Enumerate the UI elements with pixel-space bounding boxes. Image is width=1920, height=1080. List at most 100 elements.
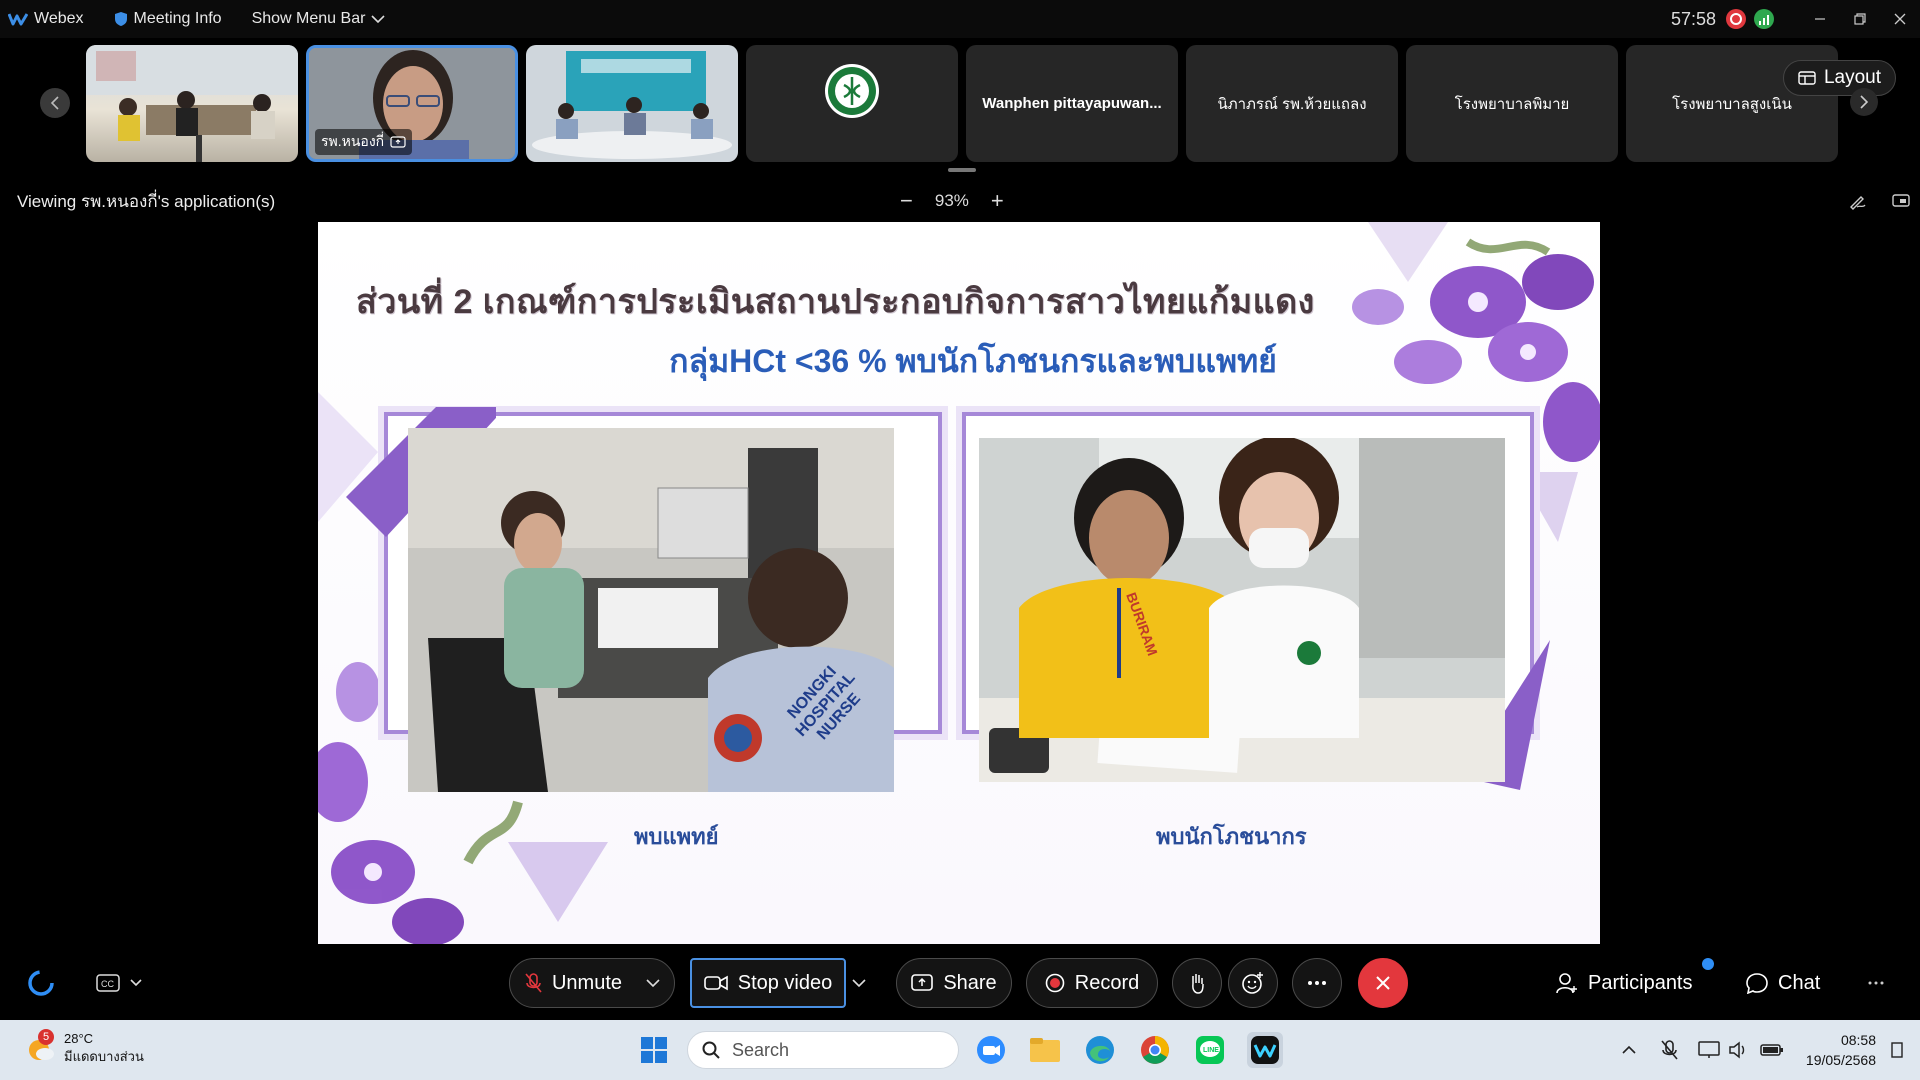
layout-button[interactable]: Layout (1782, 60, 1896, 96)
battery-icon[interactable] (1760, 1042, 1784, 1058)
health-ministry-logo-icon (825, 63, 879, 118)
restore-icon (1854, 13, 1866, 25)
annotate-icon[interactable] (1848, 192, 1866, 210)
more-dots-icon (1868, 981, 1884, 985)
webex-app-menu[interactable]: Webex (8, 10, 84, 28)
shield-info-icon (114, 12, 127, 26)
participant-tile[interactable] (526, 45, 738, 162)
clock-time: 08:58 (1840, 1032, 1876, 1048)
svg-text:LINE: LINE (1203, 1047, 1219, 1054)
participant-filmstrip: รพ.หนองกี่ Wanphen pittayapuwan... นิภาภ… (0, 38, 1920, 172)
participant-tile[interactable] (86, 45, 298, 162)
notifications-icon[interactable] (1890, 1041, 1904, 1059)
restore-button[interactable] (1840, 0, 1880, 38)
weather-temperature: 28°C (64, 1031, 94, 1046)
assistant-icon (28, 970, 54, 996)
video-options-button[interactable] (852, 958, 866, 1008)
record-button[interactable]: Record (1026, 958, 1158, 1008)
start-button[interactable] (636, 1032, 672, 1068)
minimize-button[interactable] (1800, 0, 1840, 38)
unmute-button[interactable]: Unmute (509, 958, 675, 1008)
file-explorer-icon[interactable] (1027, 1032, 1063, 1068)
layout-label: Layout (1823, 67, 1881, 88)
slide-subtitle: กลุ่มHCt <36 % พบนักโภชนกรและพบแพทย์ (669, 343, 1277, 379)
left-photo-caption: พบแพทย์ (634, 824, 719, 849)
nutritionist-consultation-photo: BURIRAM (979, 438, 1505, 782)
chevron-down-icon (852, 978, 866, 987)
chat-button[interactable]: Chat (1746, 958, 1820, 1008)
close-icon (1376, 976, 1390, 990)
viewing-label: Viewing รพ.หนองกี่'s application(s) (17, 191, 276, 211)
shared-content-area: ส่วนที่ 2 เกณฑ์การประเมินสถานประกอบกิจกา… (0, 222, 1920, 944)
chevron-left-icon (50, 96, 59, 110)
edge-browser-icon[interactable] (1082, 1032, 1118, 1068)
shared-slide: ส่วนที่ 2 เกณฑ์การประเมินสถานประกอบกิจกา… (318, 222, 1600, 944)
clock-date: 19/05/2568 (1805, 1052, 1876, 1068)
webex-assistant-button[interactable] (26, 958, 56, 1008)
network-icon[interactable] (1698, 1041, 1720, 1059)
filmstrip-prev-button[interactable] (40, 88, 70, 118)
doctor-consultation-photo: NONGKI HOSPITAL NURSE (408, 428, 894, 792)
zoom-level: 93% (934, 191, 969, 210)
volume-icon[interactable] (1728, 1041, 1748, 1059)
weather-widget[interactable]: 5 28°C มีแดดบางส่วน (26, 1029, 144, 1066)
more-options-button[interactable] (1292, 958, 1342, 1008)
chevron-down-icon (130, 979, 142, 987)
participant-tile[interactable]: โรงพยาบาลพิมาย (1406, 45, 1618, 162)
zoom-out-button[interactable]: − (900, 188, 913, 214)
taskbar-clock[interactable]: 08:58 19/05/2568 (1806, 1030, 1876, 1070)
participant-tile[interactable] (746, 45, 958, 162)
participant-video-feed (86, 45, 298, 162)
control-bar-more-button[interactable] (1868, 958, 1884, 1008)
participant-name: Wanphen pittayapuwan... (982, 95, 1162, 112)
record-label: Record (1074, 971, 1140, 994)
chevron-down-icon[interactable] (646, 978, 660, 988)
participant-video-feed (526, 45, 738, 162)
webex-logo-icon (8, 13, 28, 26)
chrome-browser-icon[interactable] (1137, 1032, 1173, 1068)
chevron-right-icon (1860, 95, 1869, 109)
chevron-up-icon[interactable] (1622, 1045, 1636, 1055)
meeting-timer: 57:58 (1670, 8, 1716, 29)
line-app-icon[interactable]: LINE (1192, 1032, 1228, 1068)
share-button[interactable]: Share (896, 958, 1012, 1008)
layout-grid-icon (1798, 71, 1816, 85)
filmstrip-resize-handle[interactable] (948, 168, 976, 172)
filmstrip-next-button[interactable] (1850, 88, 1878, 116)
captions-button[interactable]: CC (96, 958, 142, 1008)
raise-hand-button[interactable] (1172, 958, 1222, 1008)
participants-button[interactable]: Participants (1556, 958, 1693, 1008)
close-window-button[interactable] (1880, 0, 1920, 38)
record-icon (1045, 973, 1065, 993)
network-stats-icon[interactable] (1754, 9, 1774, 29)
svg-text:CC: CC (101, 979, 114, 989)
participant-tile-active[interactable]: รพ.หนองกี่ (306, 45, 518, 162)
reactions-button[interactable] (1228, 958, 1278, 1008)
recording-indicator-icon[interactable] (1726, 9, 1746, 29)
unmute-label: Unmute (551, 971, 623, 994)
taskbar-search-box[interactable]: Search (687, 1031, 959, 1069)
show-menu-bar-label: Show Menu Bar (251, 10, 366, 27)
zoom-in-button[interactable]: + (991, 188, 1004, 214)
participant-tile[interactable]: Wanphen pittayapuwan... (966, 45, 1178, 162)
microphone-muted-icon[interactable] (1660, 1039, 1678, 1061)
raise-hand-icon (1192, 974, 1204, 994)
participants-icon (1556, 973, 1577, 994)
participant-name: โรงพยาบาลพิมาย (1454, 95, 1570, 113)
leave-meeting-button[interactable] (1358, 958, 1408, 1008)
chat-label: Chat (1778, 971, 1821, 994)
search-icon (702, 1041, 720, 1059)
microphone-muted-icon (525, 973, 542, 993)
close-icon (1894, 13, 1906, 25)
webex-taskbar-icon[interactable] (1247, 1032, 1283, 1068)
stop-video-button[interactable]: Stop video (690, 958, 846, 1008)
share-viewing-bar: Viewing รพ.หนองกี่'s application(s) − 93… (0, 180, 1920, 222)
zoom-app-icon[interactable] (973, 1032, 1009, 1068)
participants-label: Participants (1588, 971, 1693, 994)
pop-out-view-icon[interactable] (1892, 192, 1910, 210)
meeting-info-label: Meeting Info (133, 10, 222, 27)
video-camera-icon (703, 975, 728, 991)
show-menu-bar-button[interactable]: Show Menu Bar (252, 10, 386, 28)
participant-tile[interactable]: นิภาภรณ์ รพ.ห้วยแถลง (1186, 45, 1398, 162)
meeting-info-button[interactable]: Meeting Info (114, 10, 222, 28)
